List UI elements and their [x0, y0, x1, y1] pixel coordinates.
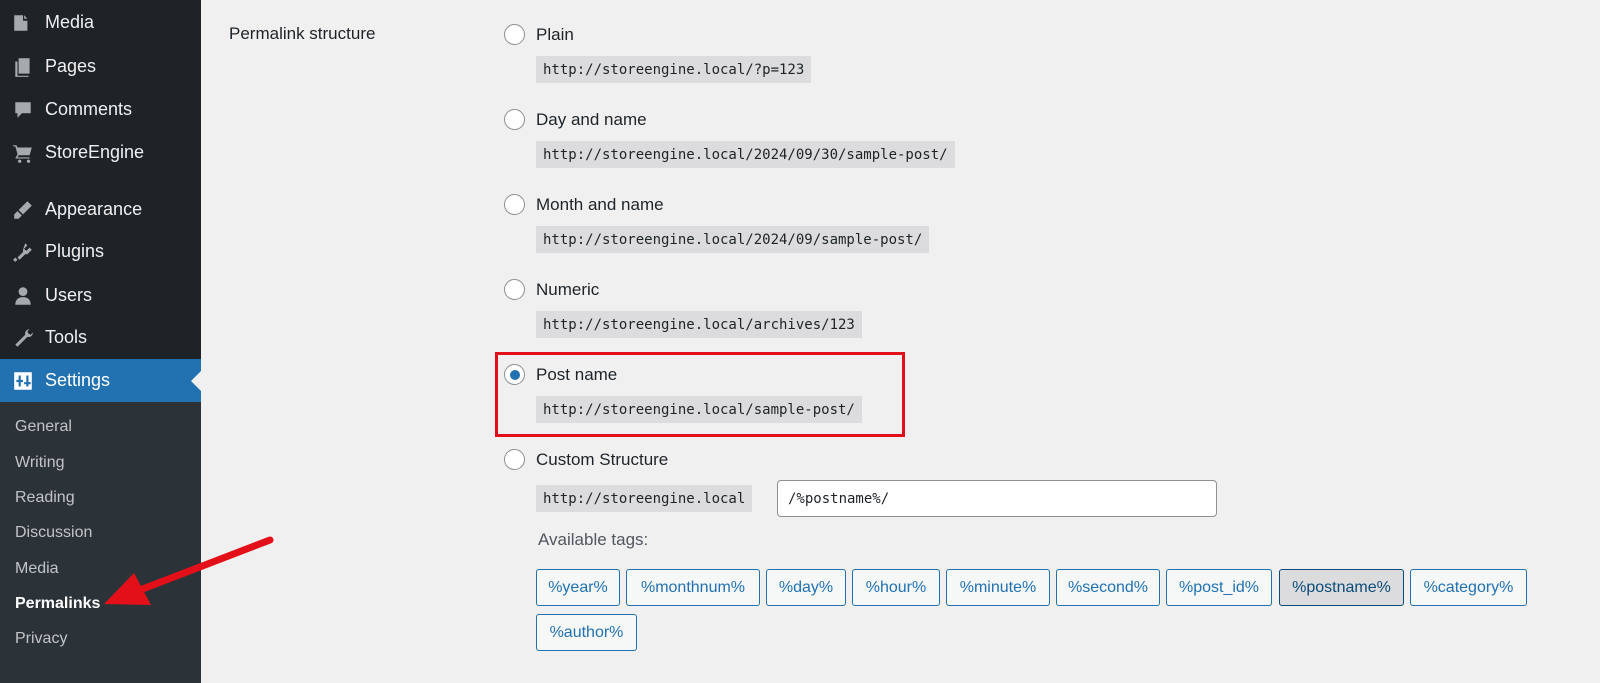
option-month-and-name[interactable]: Month and name: [504, 194, 664, 215]
comments-icon: [11, 98, 35, 122]
tools-icon: [11, 326, 35, 350]
radio-plain[interactable]: [504, 24, 525, 45]
tag-button-day[interactable]: %day%: [766, 569, 846, 606]
sidebar-item-label: Appearance: [45, 199, 143, 219]
sidebar-item-tools[interactable]: Tools: [0, 316, 201, 359]
sidebar-item-storeengine[interactable]: StoreEngine: [0, 131, 201, 174]
submenu-item-reading[interactable]: Reading: [15, 489, 75, 507]
submenu-item-general[interactable]: General: [15, 418, 72, 436]
sidebar-item-label: Users: [45, 285, 93, 305]
radio-post-name[interactable]: [504, 364, 525, 385]
sidebar-item-label: Plugins: [45, 241, 105, 261]
admin-sidebar: Media Pages Comments StoreEngine Appeara…: [0, 0, 201, 683]
media-icon: [11, 11, 35, 35]
permalink-structure-label: Permalink structure: [229, 24, 376, 43]
available-tags-label: Available tags:: [538, 530, 649, 549]
sidebar-item-users[interactable]: Users: [0, 274, 201, 317]
sidebar-item-label: StoreEngine: [45, 142, 145, 162]
appearance-icon: [11, 198, 35, 222]
custom-structure-prefix: http://storeengine.local: [536, 485, 753, 512]
cart-icon: [11, 141, 35, 165]
radio-month-and-name[interactable]: [504, 194, 525, 215]
submenu-item-writing[interactable]: Writing: [15, 454, 65, 472]
tag-button-postname[interactable]: %postname%: [1279, 569, 1404, 606]
sidebar-item-plugins[interactable]: Plugins: [0, 230, 201, 273]
sidebar-item-label: Pages: [45, 56, 97, 76]
sidebar-item-comments[interactable]: Comments: [0, 88, 201, 131]
sidebar-item-label: Comments: [45, 99, 133, 119]
settings-icon: [11, 369, 35, 393]
tag-button-second[interactable]: %second%: [1056, 569, 1160, 606]
option-custom-structure[interactable]: Custom Structure: [504, 449, 668, 470]
sidebar-item-pages[interactable]: Pages: [0, 45, 201, 88]
option-label: Day and name: [536, 109, 647, 129]
option-label: Numeric: [536, 279, 600, 299]
example-url-post-name: http://storeengine.local/sample-post/: [536, 396, 862, 423]
tag-button-post-id[interactable]: %post_id%: [1166, 569, 1272, 606]
sidebar-item-label: Tools: [45, 327, 88, 347]
radio-day-and-name[interactable]: [504, 109, 525, 130]
option-day-and-name[interactable]: Day and name: [504, 109, 647, 130]
tag-button-hour[interactable]: %hour%: [852, 569, 940, 606]
option-label: Month and name: [536, 194, 664, 214]
option-label: Post name: [536, 364, 618, 384]
tag-button-monthnum[interactable]: %monthnum%: [626, 569, 760, 606]
submenu-item-discussion[interactable]: Discussion: [15, 524, 92, 542]
radio-numeric[interactable]: [504, 279, 525, 300]
option-label: Custom Structure: [536, 449, 669, 469]
option-post-name[interactable]: Post name: [504, 364, 617, 385]
pages-icon: [11, 55, 35, 79]
example-url-day-and-name: http://storeengine.local/2024/09/30/samp…: [536, 141, 955, 168]
example-url-numeric: http://storeengine.local/archives/123: [536, 311, 862, 338]
plugins-icon: [11, 240, 35, 264]
users-icon: [11, 284, 35, 308]
submenu-item-permalinks[interactable]: Permalinks: [15, 595, 100, 613]
option-label: Plain: [536, 24, 574, 44]
option-plain[interactable]: Plain: [504, 24, 574, 45]
example-url-month-and-name: http://storeengine.local/2024/09/sample-…: [536, 226, 930, 253]
sidebar-item-label: Media: [45, 12, 95, 32]
submenu-item-media[interactable]: Media: [15, 560, 59, 578]
radio-custom-structure[interactable]: [504, 449, 525, 470]
custom-structure-input[interactable]: [777, 480, 1217, 517]
sidebar-item-appearance[interactable]: Appearance: [0, 188, 201, 231]
option-numeric[interactable]: Numeric: [504, 279, 599, 300]
example-url-plain: http://storeengine.local/?p=123: [536, 56, 812, 83]
sidebar-item-label: Settings: [45, 370, 111, 390]
settings-submenu: General Writing Reading Discussion Media…: [0, 402, 201, 683]
tag-button-author[interactable]: %author%: [536, 614, 637, 651]
sidebar-item-settings[interactable]: Settings: [0, 359, 201, 402]
tag-button-year[interactable]: %year%: [536, 569, 620, 606]
tag-button-category[interactable]: %category%: [1410, 569, 1527, 606]
tag-button-minute[interactable]: %minute%: [946, 569, 1050, 606]
sidebar-item-media[interactable]: Media: [0, 1, 201, 44]
submenu-item-privacy[interactable]: Privacy: [15, 630, 67, 648]
